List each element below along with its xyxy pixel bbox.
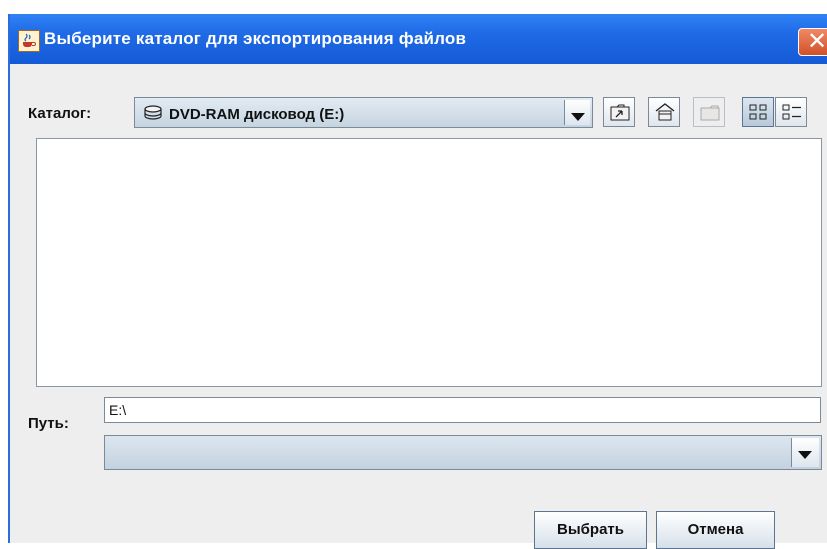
- select-button[interactable]: Выбрать: [534, 511, 647, 549]
- home-button[interactable]: [648, 97, 680, 127]
- path-label: Путь:: [28, 415, 69, 432]
- chevron-down-icon[interactable]: [791, 438, 819, 467]
- list-view-icon: [749, 104, 767, 120]
- details-view-icon: [782, 104, 801, 120]
- chevron-down-icon[interactable]: [564, 100, 590, 125]
- java-coffee-icon: [18, 30, 40, 52]
- new-folder-button[interactable]: [693, 97, 725, 127]
- directory-selected: DVD-RAM дисковод (E:): [169, 106, 345, 123]
- details-view-button[interactable]: [775, 97, 807, 127]
- up-folder-button[interactable]: [603, 97, 635, 127]
- directory-combo[interactable]: DVD-RAM дисковод (E:): [134, 97, 593, 128]
- file-chooser-dialog: Выберите каталог для экспортирования фай…: [8, 14, 827, 549]
- path-input[interactable]: E:\: [104, 397, 821, 423]
- file-list[interactable]: [36, 138, 822, 387]
- close-icon: ✕: [807, 28, 827, 55]
- filter-combo[interactable]: [104, 435, 822, 470]
- directory-label: Каталог:: [28, 105, 92, 122]
- up-folder-icon: [610, 104, 630, 121]
- home-icon: [655, 103, 675, 121]
- dvd-drive-icon: [144, 105, 162, 120]
- list-view-button[interactable]: [742, 97, 774, 127]
- close-button[interactable]: ✕: [798, 28, 827, 56]
- new-folder-icon: [700, 105, 720, 121]
- dialog-title: Выберите каталог для экспортирования фай…: [44, 29, 467, 48]
- cancel-button[interactable]: Отмена: [656, 511, 775, 549]
- title-bar[interactable]: Выберите каталог для экспортирования фай…: [10, 14, 827, 64]
